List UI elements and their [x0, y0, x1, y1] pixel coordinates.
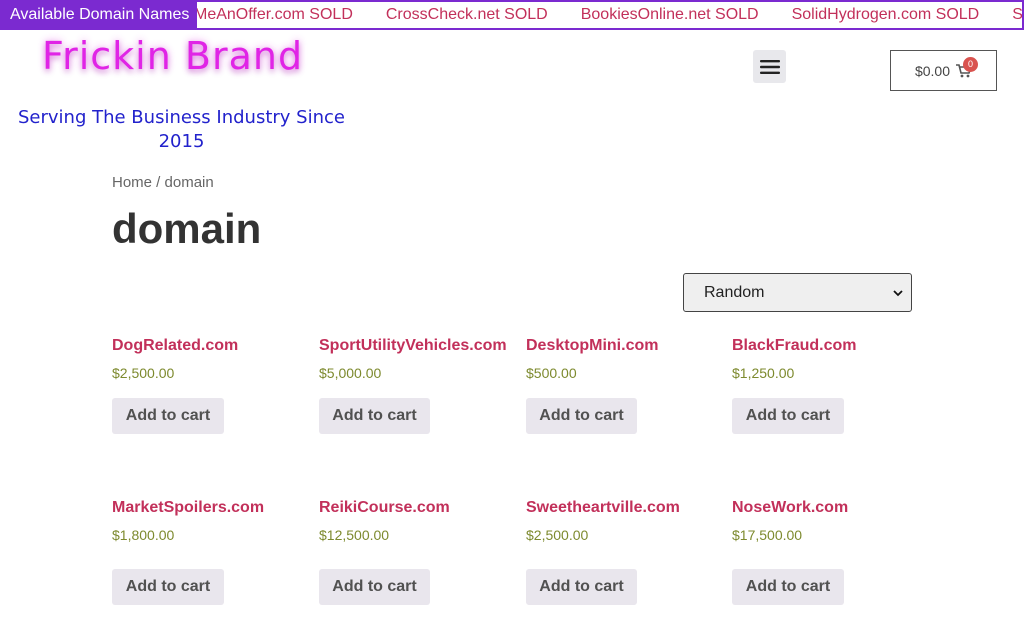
- product-card: BlackFraud.com $1,250.00 Add to cart: [732, 337, 922, 434]
- add-to-cart-button[interactable]: Add to cart: [319, 569, 430, 605]
- product-card: DesktopMini.com $500.00 Add to cart: [526, 337, 716, 434]
- product-card: NoseWork.com $17,500.00 Add to cart: [732, 499, 922, 605]
- site-logo[interactable]: Frickin Brand: [42, 34, 303, 78]
- add-to-cart-button[interactable]: Add to cart: [732, 569, 844, 605]
- breadcrumb: Home / domain: [112, 174, 214, 191]
- product-title-link[interactable]: ReikiCourse.com: [319, 499, 509, 517]
- site-tagline: Serving The Business Industry Since 2015: [18, 107, 345, 152]
- product-card: SportUtilityVehicles.com $5,000.00 Add t…: [319, 337, 509, 434]
- product-price: $2,500.00: [112, 365, 175, 381]
- product-title-link[interactable]: DesktopMini.com: [526, 337, 716, 355]
- product-title-link[interactable]: DogRelated.com: [112, 337, 302, 355]
- product-title-link[interactable]: BlackFraud.com: [732, 337, 922, 355]
- breadcrumb-home-link[interactable]: Home: [112, 174, 152, 191]
- breadcrumb-separator: /: [152, 174, 165, 191]
- hamburger-icon: [759, 59, 780, 74]
- cart-total: $0.00: [914, 62, 951, 79]
- product-title-link[interactable]: SportUtilityVehicles.com: [319, 337, 509, 355]
- product-card: MarketSpoilers.com $1,800.00 Add to cart: [112, 499, 302, 605]
- domain-ticker: Available Domain Names MeAnOffer.com SOL…: [0, 0, 1024, 30]
- ticker-track: MeAnOffer.com SOLD CrossCheck.net SOLD B…: [194, 2, 1022, 28]
- product-price: $1,800.00: [112, 527, 175, 543]
- cart-button[interactable]: $0.00: [890, 50, 997, 91]
- ticker-item[interactable]: SolidHydrogen.com SOLD: [792, 2, 980, 28]
- product-price: $1,250.00: [732, 365, 795, 381]
- breadcrumb-current: domain: [164, 174, 214, 191]
- add-to-cart-button[interactable]: Add to cart: [112, 569, 224, 605]
- ticker-label: Available Domain Names: [2, 2, 198, 28]
- product-card: DogRelated.com $2,500.00 Add to cart: [112, 337, 302, 434]
- product-price: $17,500.00: [732, 527, 803, 543]
- ticker-item[interactable]: BookiesOnline.net SOLD: [581, 2, 759, 28]
- sort-selected-value: Random: [704, 283, 765, 301]
- add-to-cart-button[interactable]: Add to cart: [112, 398, 224, 434]
- sort-select[interactable]: Random: [683, 273, 912, 312]
- menu-toggle-button[interactable]: [753, 50, 786, 83]
- add-to-cart-button[interactable]: Add to cart: [732, 398, 844, 434]
- ticker-item[interactable]: CrossCheck.net SOLD: [386, 2, 548, 28]
- product-card: Sweetheartville.com $2,500.00 Add to car…: [526, 499, 716, 605]
- product-price: $5,000.00: [319, 365, 382, 381]
- chevron-down-icon: [893, 289, 903, 296]
- product-title-link[interactable]: MarketSpoilers.com: [112, 499, 302, 517]
- add-to-cart-button[interactable]: Add to cart: [319, 398, 430, 434]
- add-to-cart-button[interactable]: Add to cart: [526, 398, 637, 434]
- product-title-link[interactable]: Sweetheartville.com: [526, 499, 716, 517]
- product-price: $500.00: [526, 365, 577, 381]
- product-price: $2,500.00: [526, 527, 589, 543]
- product-title-link[interactable]: NoseWork.com: [732, 499, 922, 517]
- page-title: domain: [112, 205, 262, 252]
- cart-count-badge: 0: [963, 57, 978, 72]
- product-card: ReikiCourse.com $12,500.00 Add to cart: [319, 499, 509, 605]
- ticker-item[interactable]: MeAnOffer.com SOLD: [194, 2, 353, 28]
- add-to-cart-button[interactable]: Add to cart: [526, 569, 637, 605]
- product-price: $12,500.00: [319, 527, 390, 543]
- ticker-item[interactable]: Sm: [1012, 2, 1022, 28]
